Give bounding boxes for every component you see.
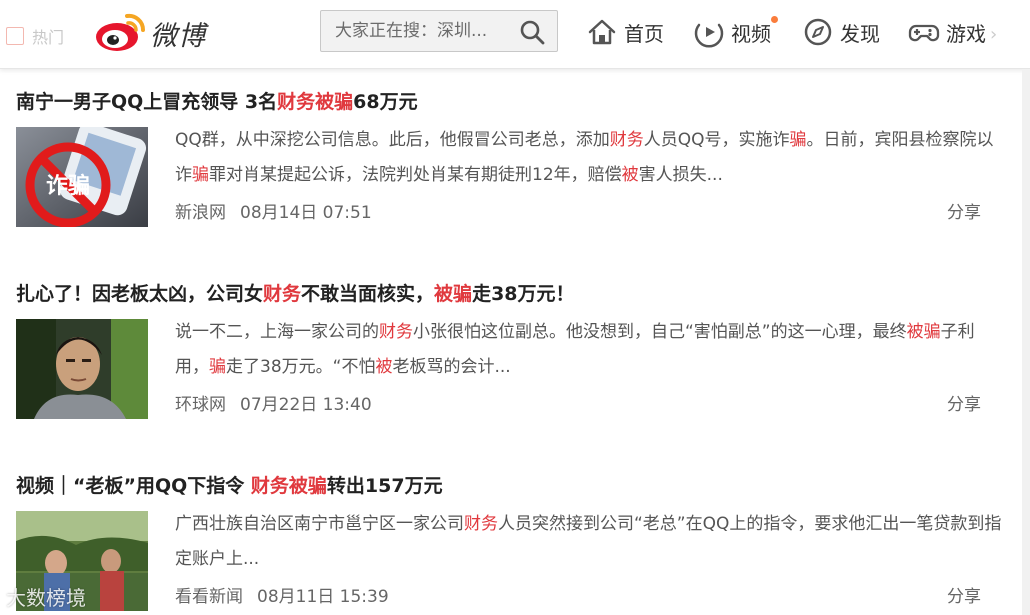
share-button[interactable]: 分享 (947, 582, 981, 607)
watermark: 大数榜境 (6, 582, 86, 611)
nav-video-label: 视频 (731, 21, 771, 46)
nav-home-label: 首页 (624, 21, 664, 46)
search-icon[interactable] (519, 19, 545, 45)
summary-highlight: 被 (621, 165, 639, 185)
summary-text: 小张很怕这位副总。他没想到，自己“害怕副总”的这一心理，最终 (413, 322, 907, 342)
nav-video[interactable]: 视频 (693, 14, 778, 50)
title-text: 视频｜“老板”用QQ下指令 (16, 475, 251, 497)
nav-discover-label: 发现 (840, 21, 880, 46)
summary-text: 人员QQ号，实施诈 (643, 130, 790, 150)
scrollbar[interactable] (1022, 69, 1030, 615)
share-button[interactable]: 分享 (947, 198, 981, 223)
nav-home[interactable]: 首页 (586, 14, 664, 50)
title-highlight: 财务被骗 (277, 91, 354, 113)
summary-highlight: 财务 (379, 322, 413, 342)
article-thumbnail[interactable] (16, 319, 148, 419)
summary-highlight: 财务 (464, 514, 498, 534)
article-title[interactable]: 南宁一男子QQ上冒充领导 3名财务被骗68万元 (16, 87, 418, 114)
title-text: 南宁一男子QQ上冒充领导 3名 (16, 91, 278, 113)
summary-text: 老板骂的会计... (392, 357, 511, 377)
article-meta: 环球网 07月22日 13:40 (175, 390, 372, 415)
summary-highlight: 骗 (192, 165, 209, 185)
article-meta: 看看新闻 08月11日 15:39 (175, 582, 389, 607)
nav-more-arrow[interactable]: › (990, 24, 997, 45)
gamepad-icon (908, 24, 940, 42)
article-summary: 说一不二，上海一家公司的财务小张很怕这位副总。他没想到，自己“害怕副总”的这一心… (175, 315, 1005, 385)
article-summary: 广西壮族自治区南宁市邕宁区一家公司财务人员突然接到公司“老总”在QQ上的指令，要… (175, 507, 1005, 577)
watermark-text: 大数榜境 (6, 586, 86, 610)
summary-highlight: 被骗 (906, 322, 941, 342)
nav-games[interactable]: 游戏 (908, 14, 986, 50)
title-highlight: 被骗 (434, 283, 473, 305)
search-box (320, 10, 558, 52)
weibo-logo[interactable] (93, 8, 149, 54)
video-icon (694, 23, 724, 48)
summary-text: 罪对肖某提起公诉，法院判处肖某有期徒刑12年，赔偿 (209, 165, 622, 185)
title-highlight: 财务 (263, 283, 302, 305)
thumb-text: 诈骗 (46, 173, 90, 199)
nav-games-label: 游戏 (946, 21, 986, 46)
article-source: 环球网 (175, 395, 226, 415)
article-summary: QQ群，从中深挖公司信息。此后，他假冒公司老总，添加财务人员QQ号，实施诈骗。日… (175, 123, 1005, 193)
summary-text: 广西壮族自治区南宁市邕宁区一家公司 (175, 514, 464, 534)
notification-dot (771, 16, 778, 23)
title-text: 68万元 (353, 91, 418, 113)
share-button[interactable]: 分享 (947, 390, 981, 415)
top-header: 热门 微博 首页 视频 (0, 0, 1030, 69)
title-highlight: 财务被骗 (250, 475, 327, 497)
title-text: 扎心了！因老板太凶，公司女 (16, 283, 264, 305)
nav-discover[interactable]: 发现 (802, 14, 880, 50)
search-input[interactable] (321, 11, 511, 51)
summary-text: 害人损失... (638, 165, 723, 185)
summary-highlight: 财务 (609, 130, 644, 150)
article-time: 08月11日 15:39 (257, 587, 389, 607)
title-text: 不敢当面核实， (301, 283, 435, 305)
title-text: 转出157万元 (326, 475, 443, 497)
summary-text: QQ群，从中深挖公司信息。此后，他假冒公司老总，添加 (175, 130, 610, 150)
summary-highlight: 骗 (209, 357, 226, 377)
article-time: 07月22日 13:40 (240, 395, 372, 415)
article-source: 看看新闻 (175, 587, 243, 607)
title-text: 走38万元！ (472, 283, 575, 305)
compass-icon (804, 18, 832, 46)
article-title[interactable]: 视频｜“老板”用QQ下指令 财务被骗转出157万元 (16, 471, 443, 498)
home-icon (588, 19, 616, 45)
logo-text: 微博 (150, 21, 206, 52)
hot-icon (6, 27, 24, 45)
article-meta: 新浪网 08月14日 07:51 (175, 198, 372, 223)
summary-highlight: 被 (375, 357, 393, 377)
article-title[interactable]: 扎心了！因老板太凶，公司女财务不敢当面核实，被骗走38万元！ (16, 279, 575, 306)
hot-tab-label: 热门 (32, 28, 65, 47)
article-time: 08月14日 07:51 (240, 203, 372, 223)
article-thumbnail[interactable]: 诈骗 (16, 127, 148, 227)
summary-highlight: 骗 (789, 130, 807, 150)
article-source: 新浪网 (175, 203, 226, 223)
summary-text: 走了38万元。“不怕 (226, 357, 376, 377)
hot-tab[interactable]: 热门 (6, 24, 64, 48)
summary-text: 说一不二，上海一家公司的 (175, 322, 379, 342)
